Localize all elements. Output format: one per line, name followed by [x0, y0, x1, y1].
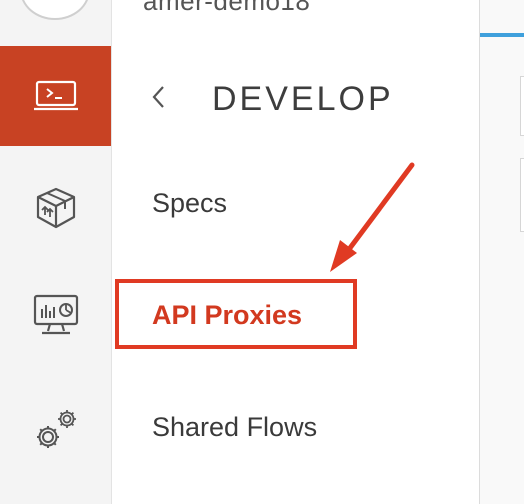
analytics-monitor-icon — [32, 293, 80, 339]
username: amer-demo18 — [143, 0, 311, 16]
main-content — [480, 0, 524, 504]
rail-item-admin[interactable] — [0, 380, 111, 480]
rail-item-analyze[interactable] — [0, 266, 111, 366]
nav-item-specs[interactable]: Specs — [152, 188, 227, 219]
nav-item-api-proxies[interactable]: API Proxies — [152, 300, 302, 331]
back-button[interactable] — [150, 76, 180, 122]
main-card-edge — [520, 158, 524, 232]
terminal-icon — [33, 79, 78, 113]
rail-item-develop[interactable] — [0, 46, 111, 146]
panel-header: DEVELOP — [150, 76, 394, 122]
rail-item-publish[interactable] — [0, 158, 111, 258]
nav-item-shared-flows[interactable]: Shared Flows — [152, 412, 317, 443]
main-tab-indicator — [480, 33, 524, 37]
avatar[interactable] — [20, 0, 90, 20]
left-nav-rail — [0, 0, 112, 504]
chevron-left-icon — [150, 84, 166, 115]
section-title: DEVELOP — [212, 79, 394, 118]
panel-divider — [479, 0, 480, 504]
gears-icon — [31, 405, 81, 455]
package-icon — [33, 185, 79, 231]
main-card-edge — [520, 76, 524, 136]
